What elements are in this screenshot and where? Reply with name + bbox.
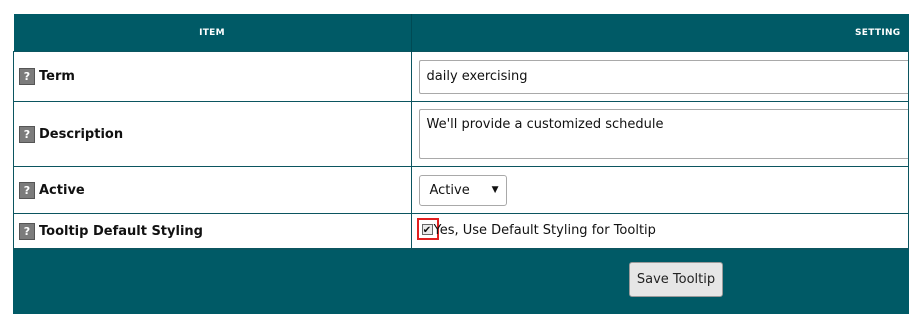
description-setting-cell: We'll provide a customized schedule [410,101,909,167]
table-header-row: ITEM SETTING [13,14,909,52]
column-header-setting: SETTING [411,14,909,52]
term-setting-cell: daily exercising [410,51,909,102]
active-select[interactable]: Active ▼ [418,174,507,206]
settings-table: ITEM SETTING ? Term daily exercising ? Des… [13,14,909,249]
tooltip-settings-panel: ITEM SETTING ? Term daily exercising ? Des… [13,14,909,314]
tooltip-styling-setting-cell: ✔ Yes, Use Default Styling for Tooltip [410,213,909,249]
dropdown-arrow-icon: ▼ [491,184,499,195]
question-mark-icon[interactable]: ? [19,222,35,240]
table-row: ? Active Active ▼ [13,166,909,214]
save-tooltip-button[interactable]: Save Tooltip [629,262,723,297]
default-styling-checkbox-label[interactable]: Yes, Use Default Styling for Tooltip [434,223,656,238]
question-mark-icon[interactable]: ? [19,125,35,143]
active-select-value: Active [429,182,470,198]
default-styling-option: ✔ Yes, Use Default Styling for Tooltip [412,214,909,248]
table-row: ? Tooltip Default Styling ✔ Yes, Use Defa… [13,213,909,249]
tooltip-styling-label-cell: ? Tooltip Default Styling [13,213,412,249]
column-header-item: ITEM [13,14,412,52]
active-label-cell: ? Active [13,166,412,214]
table-row: ? Term daily exercising [13,51,909,102]
default-styling-checkbox[interactable]: ✔ [421,224,433,236]
term-label-cell: ? Term [13,51,412,102]
form-footer: Save Tooltip [13,249,909,314]
active-label: Active [39,182,85,198]
question-mark-icon[interactable]: ? [19,181,35,199]
term-input[interactable]: daily exercising [418,59,909,94]
term-label: Term [39,69,75,84]
tooltip-styling-label: Tooltip Default Styling [39,223,203,239]
active-setting-cell: Active ▼ [410,166,909,214]
description-label-cell: ? Description [13,101,412,167]
description-textarea[interactable]: We'll provide a customized schedule [418,109,909,159]
table-row: ? Description We'll provide a customized … [13,101,909,167]
description-label: Description [39,126,124,142]
question-mark-icon[interactable]: ? [19,68,35,85]
